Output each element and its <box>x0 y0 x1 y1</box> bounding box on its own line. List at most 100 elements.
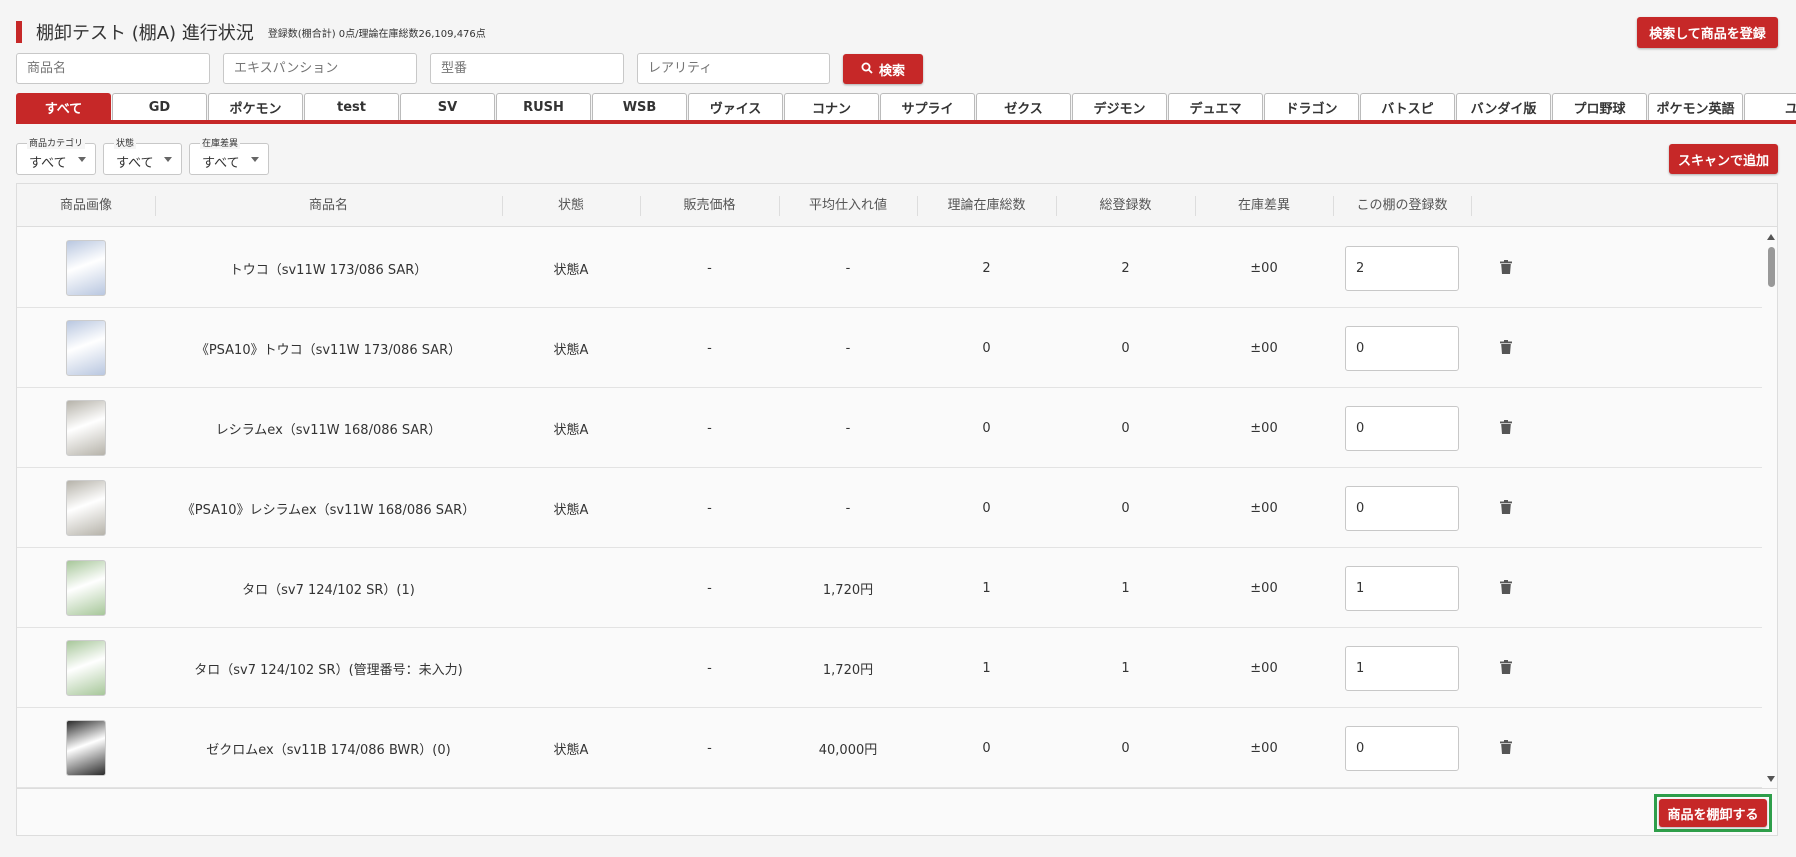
col-avg-cost-header: 平均仕入れ値 <box>808 198 887 213</box>
cell-shelf-count <box>1333 228 1471 308</box>
cell-sale-price: - <box>707 420 712 436</box>
shelf-count-input[interactable] <box>1345 725 1459 771</box>
trash-icon[interactable] <box>1500 419 1512 438</box>
chevron-down-icon <box>78 157 86 162</box>
scrollbar-thumb[interactable] <box>1768 247 1775 287</box>
category-filter-value: すべて <box>29 156 67 171</box>
cell-shelf-count <box>1333 468 1471 548</box>
cell-total-registered: 0 <box>1121 340 1130 356</box>
cell-sale-price: - <box>707 500 712 516</box>
category-filter[interactable]: 商品カテゴリ すべて <box>16 136 96 175</box>
shelf-count-input[interactable] <box>1345 405 1459 451</box>
take-inventory-button[interactable]: 商品を棚卸する <box>1659 799 1767 827</box>
cell-image <box>17 468 155 548</box>
cell-condition: 状態A <box>553 502 589 518</box>
table-row[interactable]: 《PSA10》レシラムex（sv11W 168/086 SAR） 状態A - - 0 0 ±… <box>17 468 1762 548</box>
search-and-register-button[interactable]: 検索して商品を登録 <box>1637 17 1778 48</box>
trash-icon[interactable] <box>1500 579 1512 598</box>
stock-diff-filter[interactable]: 在庫差異 すべて <box>189 136 269 175</box>
tab-18[interactable]: ユ <box>1744 93 1796 120</box>
product-thumbnail[interactable] <box>66 240 106 296</box>
cell-sale-price: - <box>707 340 712 356</box>
product-thumbnail[interactable] <box>66 640 106 696</box>
cell-actions <box>1471 708 1541 788</box>
shelf-count-input[interactable] <box>1345 645 1459 691</box>
tab-9[interactable]: サプライ <box>880 93 975 120</box>
model-number-input[interactable] <box>430 53 624 84</box>
tab-17[interactable]: ポケモン英語 <box>1648 93 1743 120</box>
cell-total-registered: 1 <box>1121 660 1130 676</box>
tab-16[interactable]: プロ野球 <box>1552 93 1647 120</box>
table-row[interactable]: トウコ（sv11W 173/086 SAR） 状態A - - 2 2 ±00 <box>17 228 1762 308</box>
tab-3[interactable]: test <box>304 93 399 120</box>
cell-actions <box>1471 228 1541 308</box>
search-button[interactable]: 検索 <box>843 54 923 84</box>
trash-icon[interactable] <box>1500 499 1512 518</box>
shelf-count-input[interactable] <box>1345 565 1459 611</box>
scroll-up-icon[interactable] <box>1767 234 1775 240</box>
shelf-count-input[interactable] <box>1345 245 1459 291</box>
tab-6[interactable]: WSB <box>592 93 687 120</box>
tab-10[interactable]: ゼクス <box>976 93 1071 120</box>
cell-stock-diff: ±00 <box>1250 420 1278 436</box>
tab-12[interactable]: デュエマ <box>1168 93 1263 120</box>
cell-condition: 状態A <box>553 422 589 438</box>
scroll-down-icon[interactable] <box>1767 776 1775 782</box>
cell-shelf-count <box>1333 308 1471 388</box>
search-icon <box>861 62 873 77</box>
tab-14[interactable]: バトスピ <box>1360 93 1455 120</box>
tab-8[interactable]: コナン <box>784 93 879 120</box>
trash-icon[interactable] <box>1500 339 1512 358</box>
table-row[interactable]: タロ（sv7 124/102 SR）(1) - 1,720円 1 1 ±00 <box>17 548 1762 628</box>
tab-0[interactable]: すべて <box>16 93 111 120</box>
cell-condition: 状態A <box>553 342 589 358</box>
cell-avg-cost: - <box>845 420 851 436</box>
tab-5[interactable]: RUSH <box>496 93 591 120</box>
tab-1[interactable]: GD <box>112 93 207 120</box>
table-scrollbar[interactable] <box>1766 228 1777 788</box>
cell-image <box>17 388 155 468</box>
cell-sale-price: - <box>707 580 712 596</box>
col-theory-stock-header: 理論在庫総数 <box>947 198 1026 213</box>
shelf-count-input[interactable] <box>1345 325 1459 371</box>
rarity-input[interactable] <box>637 53 830 84</box>
trash-icon[interactable] <box>1500 739 1512 758</box>
cell-theory-stock: 1 <box>982 660 991 676</box>
cell-theory-stock: 0 <box>982 420 991 436</box>
table-row[interactable]: レシラムex（sv11W 168/086 SAR） 状態A - - 0 0 ±00 <box>17 388 1762 468</box>
cell-total-registered: 1 <box>1121 580 1130 596</box>
tab-7[interactable]: ヴァイス <box>688 93 783 120</box>
cell-actions <box>1471 628 1541 708</box>
trash-icon[interactable] <box>1500 659 1512 678</box>
title-accent-bar <box>16 21 22 43</box>
table-row[interactable]: ゼクロムex（sv11B 174/086 BWR）(0) 状態A - 40,000円 0… <box>17 708 1762 788</box>
cell-total-registered: 0 <box>1121 740 1130 756</box>
page-header: 棚卸テスト (棚A) 進行状況 登録数(棚合計) 0点/理論在庫総数26,109… <box>16 20 486 44</box>
cell-condition <box>502 628 640 708</box>
product-thumbnail[interactable] <box>66 320 106 376</box>
condition-filter-value: すべて <box>116 156 154 171</box>
product-name-input[interactable] <box>16 53 210 84</box>
scan-add-button[interactable]: スキャンで追加 <box>1669 144 1778 174</box>
tab-13[interactable]: ドラゴン <box>1264 93 1359 120</box>
product-thumbnail[interactable] <box>66 560 106 616</box>
product-thumbnail[interactable] <box>66 400 106 456</box>
expansion-input[interactable] <box>223 53 417 84</box>
shelf-count-input[interactable] <box>1345 485 1459 531</box>
trash-icon[interactable] <box>1500 259 1512 278</box>
tab-15[interactable]: バンダイ版 <box>1456 93 1551 120</box>
tab-4[interactable]: SV <box>400 93 495 120</box>
category-filter-label: 商品カテゴリ <box>27 136 86 149</box>
condition-filter[interactable]: 状態 すべて <box>103 136 182 175</box>
cell-total-registered: 0 <box>1121 500 1130 516</box>
cell-image <box>17 548 155 628</box>
tab-2[interactable]: ポケモン <box>208 93 303 120</box>
col-product-name-header: 商品名 <box>308 198 348 213</box>
col-sale-price-header: 販売価格 <box>683 198 736 213</box>
product-thumbnail[interactable] <box>66 720 106 776</box>
table-row[interactable]: 《PSA10》トウコ（sv11W 173/086 SAR） 状態A - - 0 0 ±00 <box>17 308 1762 388</box>
table-body[interactable]: トウコ（sv11W 173/086 SAR）状態A--22±00《PSA10》ト… <box>17 228 1762 788</box>
table-row[interactable]: タロ（sv7 124/102 SR）(管理番号：未入力) - 1,720円 1 1 ±00 <box>17 628 1762 708</box>
tab-11[interactable]: デジモン <box>1072 93 1167 120</box>
product-thumbnail[interactable] <box>66 480 106 536</box>
